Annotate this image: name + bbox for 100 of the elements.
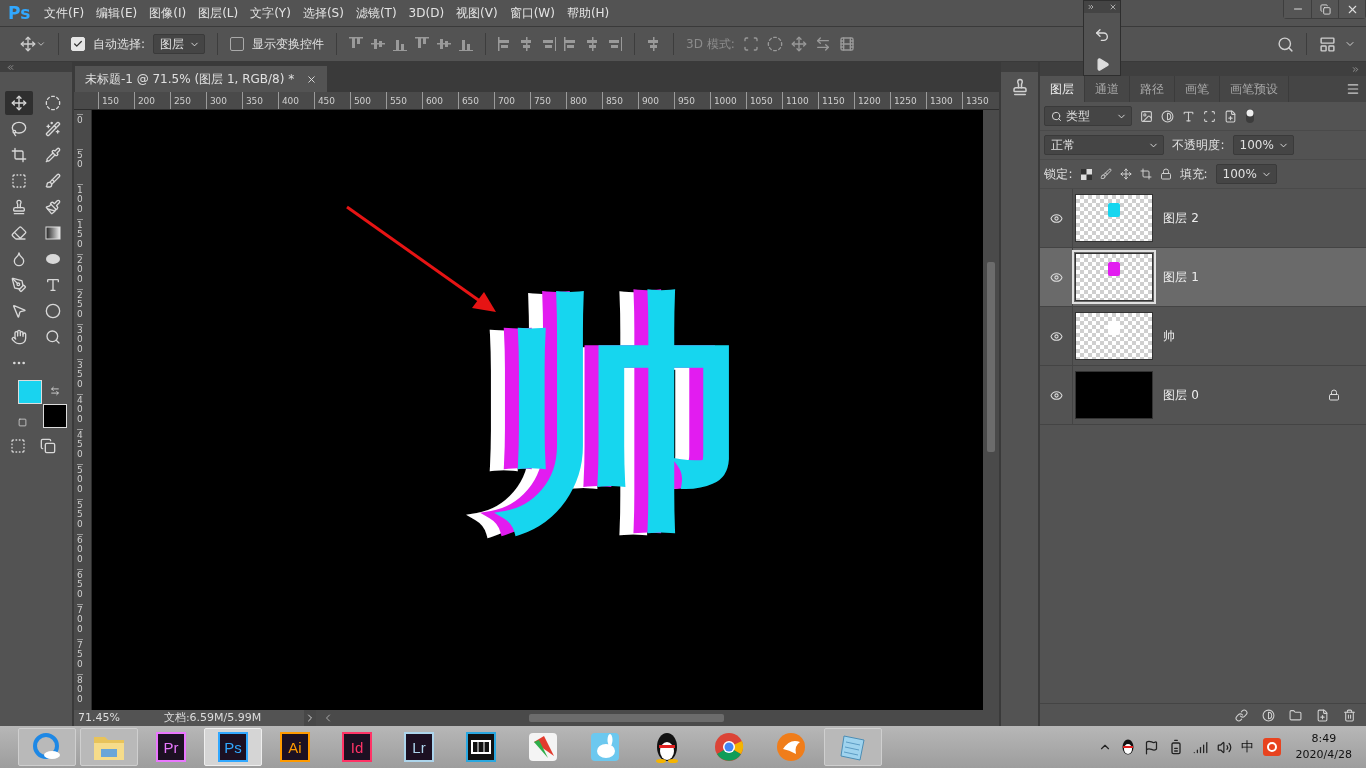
- fill-field[interactable]: 100%: [1215, 164, 1277, 184]
- search-icon: [1051, 110, 1063, 122]
- folder-icon[interactable]: [1289, 708, 1302, 722]
- workspace-icon[interactable]: [1319, 35, 1336, 53]
- paint-icon: [528, 732, 558, 762]
- align-icon[interactable]: [459, 37, 474, 51]
- menu-item[interactable]: 帮助(H): [560, 4, 616, 22]
- move-tool-button[interactable]: [20, 36, 46, 52]
- taskbar-app[interactable]: Ps: [204, 728, 262, 766]
- collapse-icon[interactable]: [1087, 3, 1095, 11]
- opacity-field[interactable]: 100%: [1232, 135, 1294, 155]
- layer-row[interactable]: 帅: [1040, 307, 1366, 366]
- expand-icon[interactable]: [1351, 64, 1360, 74]
- volume-icon[interactable]: [1216, 739, 1232, 755]
- brush-icon[interactable]: [1099, 168, 1112, 180]
- menu-item[interactable]: 3D(D): [402, 6, 451, 20]
- ruler-label: 50: [76, 149, 83, 184]
- taskbar-app[interactable]: Pr: [142, 728, 200, 766]
- taskbar-app[interactable]: Ai: [266, 728, 324, 766]
- signal-icon[interactable]: [1192, 739, 1208, 755]
- menu-item[interactable]: 视图(V): [450, 4, 504, 22]
- taskbar-app[interactable]: Lr: [390, 728, 448, 766]
- trash-icon[interactable]: [1343, 708, 1356, 722]
- penguin-icon: [653, 731, 681, 763]
- layer-name: 图层 0: [1163, 386, 1200, 404]
- eye-icon[interactable]: [1049, 211, 1063, 225]
- image-icon[interactable]: [1140, 109, 1154, 123]
- layer-row[interactable]: 图层 1: [1040, 248, 1366, 307]
- type-icon[interactable]: [1182, 109, 1196, 123]
- pen-icon: [11, 277, 27, 293]
- play-icon[interactable]: [1094, 57, 1110, 72]
- lasso-icon: [11, 121, 27, 137]
- magnifier-icon: [45, 329, 61, 345]
- blend-mode-dropdown[interactable]: 正常: [1044, 135, 1165, 155]
- ruler-label: 750: [76, 639, 83, 674]
- eye-icon[interactable]: [1049, 388, 1063, 402]
- ruler-label: 250: [76, 289, 83, 324]
- align-icon[interactable]: [349, 37, 364, 51]
- layer-row[interactable]: 图层 2: [1040, 189, 1366, 248]
- input-method-icon[interactable]: [1262, 738, 1281, 756]
- check-icon: [73, 39, 83, 49]
- tool-button[interactable]: [5, 91, 33, 115]
- hand-icon: [11, 329, 27, 345]
- search-icon[interactable]: [1277, 35, 1294, 53]
- menu-item[interactable]: 窗口(W): [503, 4, 561, 22]
- notepad-icon: [838, 732, 868, 762]
- menu-item[interactable]: 编辑(E): [90, 4, 144, 22]
- ruler-label: 700: [76, 604, 83, 639]
- scrollbar-thumb[interactable]: [986, 262, 995, 452]
- lock-icon[interactable]: [1159, 168, 1172, 180]
- penguin-icon[interactable]: [1120, 739, 1135, 755]
- clock-date[interactable]: 2020/4/28: [1295, 747, 1352, 763]
- menu-item[interactable]: 文字(Y): [244, 4, 297, 22]
- align-icon[interactable]: [371, 37, 386, 51]
- collapse-icon[interactable]: [6, 62, 15, 72]
- menu-item[interactable]: 图像(I): [143, 4, 193, 22]
- checkbox-label: 自动选择:: [93, 35, 146, 53]
- menu-item[interactable]: 选择(S): [296, 4, 350, 22]
- ellipse-icon: [45, 303, 61, 319]
- flag-icon[interactable]: [1143, 739, 1159, 755]
- align-icon[interactable]: [542, 37, 557, 51]
- checkbox[interactable]: [230, 37, 245, 51]
- eye-icon[interactable]: [1049, 270, 1063, 284]
- restore-icon: [1319, 3, 1331, 15]
- layer-row[interactable]: 图层 0: [1040, 366, 1366, 425]
- taskbar-app[interactable]: Id: [328, 728, 386, 766]
- move-icon[interactable]: [1119, 168, 1132, 180]
- scrollbar-thumb[interactable]: [528, 714, 724, 722]
- align-icon[interactable]: [393, 37, 408, 51]
- menu-item[interactable]: 图层(L): [192, 4, 245, 22]
- eye-icon[interactable]: [1049, 329, 1063, 343]
- menu-item[interactable]: 文件(F): [38, 4, 91, 22]
- target-dropdown[interactable]: 图层: [153, 34, 206, 54]
- close-icon[interactable]: [306, 73, 318, 85]
- dashed-square-icon: [11, 173, 27, 189]
- document-tab[interactable]: 未标题-1 @ 71.5% (图层 1, RGB/8) *: [74, 66, 328, 92]
- ruler-label: 800: [76, 674, 83, 709]
- close-button[interactable]: [1338, 0, 1365, 18]
- droplet-icon: [11, 251, 27, 267]
- ruler-label: 350: [76, 359, 83, 394]
- magic-wand-icon: [45, 121, 61, 137]
- input-method[interactable]: 中: [1240, 738, 1254, 756]
- zoom-level[interactable]: 71.45%: [73, 710, 148, 726]
- swap-icon[interactable]: [50, 386, 60, 396]
- align-icon[interactable]: [437, 37, 452, 51]
- layer-name: 图层 1: [1163, 268, 1200, 286]
- menu-item[interactable]: 滤镜(T): [349, 4, 403, 22]
- clock-time[interactable]: 8:49: [1311, 731, 1337, 747]
- background-swatch[interactable]: [43, 404, 67, 428]
- checker-icon[interactable]: [1080, 168, 1092, 180]
- link-icon[interactable]: [1235, 708, 1248, 722]
- align-icon[interactable]: [415, 37, 430, 51]
- close-icon[interactable]: [1109, 3, 1117, 11]
- filter-dropdown[interactable]: 类型: [1044, 106, 1133, 126]
- align-icon[interactable]: [608, 37, 623, 51]
- foreground-swatch[interactable]: [18, 380, 42, 404]
- panel-tab[interactable]: 图层: [1040, 76, 1086, 102]
- toggle-icon[interactable]: [1245, 108, 1256, 124]
- new-layer-icon[interactable]: [1316, 708, 1329, 722]
- caret-icon: [36, 39, 46, 49]
